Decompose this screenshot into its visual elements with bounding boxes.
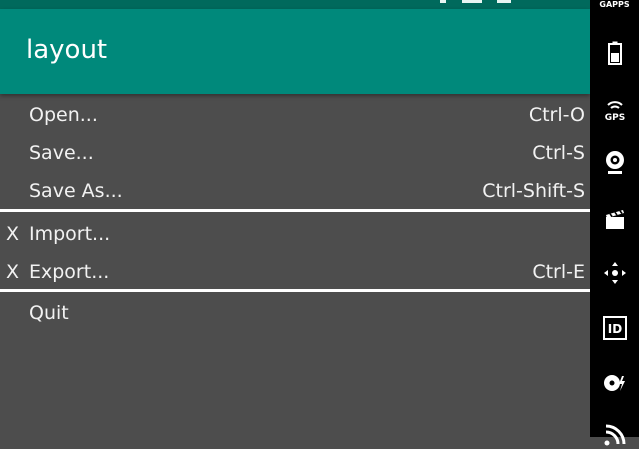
gapps-label: GAPPS xyxy=(599,0,630,9)
app-title: layout xyxy=(26,35,108,65)
dpad-icon[interactable] xyxy=(600,258,629,287)
gps-label: GPS xyxy=(604,113,624,123)
menu-separator xyxy=(0,289,590,292)
gps-icon[interactable]: GPS xyxy=(600,95,629,124)
menu-item-shortcut: Ctrl-E xyxy=(532,261,585,283)
menu-item-export[interactable]: X Export... Ctrl-E xyxy=(0,253,590,291)
menu-item-save-as[interactable]: Save As... Ctrl-Shift-S xyxy=(0,172,590,210)
menu-item-check: X xyxy=(6,261,20,283)
clapperboard-icon[interactable] xyxy=(600,204,629,233)
menu-item-check: X xyxy=(6,223,20,245)
menu-item-shortcut: Ctrl-O xyxy=(528,104,585,126)
menu-item-label: Open... xyxy=(29,104,98,126)
menu-item-label: Export... xyxy=(29,261,110,283)
menu-item-quit[interactable]: Quit xyxy=(0,294,590,332)
id-label: ID xyxy=(607,322,621,336)
menu-item-shortcut: Ctrl-Shift-S xyxy=(482,180,585,202)
app-bar: layout xyxy=(0,9,590,94)
menu-item-import[interactable]: X Import... xyxy=(0,215,590,253)
rss-icon[interactable] xyxy=(600,420,629,449)
menu-separator xyxy=(0,209,590,212)
file-menu: Open... Ctrl-O Save... Ctrl-S Save As...… xyxy=(0,94,590,437)
menu-item-open[interactable]: Open... Ctrl-O xyxy=(0,96,590,134)
status-bar xyxy=(0,0,590,9)
status-wifi-icon xyxy=(462,0,482,3)
status-signal-icon xyxy=(440,0,446,3)
menu-item-label: Import... xyxy=(29,223,111,245)
menu-item-save[interactable]: Save... Ctrl-S xyxy=(0,134,590,172)
disk-icon[interactable] xyxy=(600,368,629,397)
webcam-icon[interactable] xyxy=(600,148,629,177)
emulator-side-panel: GAPPS GPS ID xyxy=(590,0,639,445)
menu-item-shortcut: Ctrl-S xyxy=(532,142,585,164)
status-battery-icon xyxy=(497,0,511,3)
menu-item-label: Quit xyxy=(29,302,69,324)
battery-icon[interactable] xyxy=(600,38,629,67)
menu-item-label: Save As... xyxy=(29,180,123,202)
menu-item-label: Save... xyxy=(29,142,94,164)
id-icon[interactable]: ID xyxy=(600,313,629,342)
